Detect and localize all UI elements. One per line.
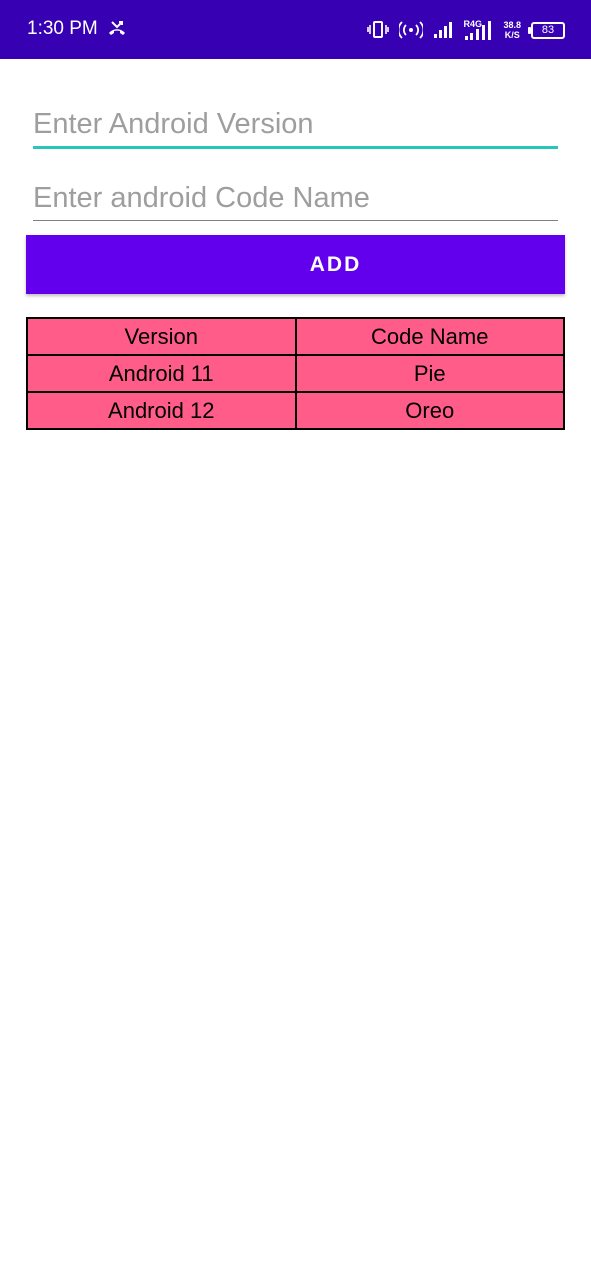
cell-code-name: Pie xyxy=(294,354,565,393)
table-header-row: Version Code Name xyxy=(26,317,565,356)
cell-version: Android 11 xyxy=(26,354,297,393)
signal-r4g-bars xyxy=(465,21,492,40)
table-row: Android 11 Pie xyxy=(26,354,565,393)
android-codename-field[interactable]: Enter android Code Name xyxy=(33,180,558,221)
speed-value: 38.8 xyxy=(503,20,521,30)
speed-unit: K/S xyxy=(504,30,520,40)
signal-icon xyxy=(434,22,453,38)
table-row: Android 12 Oreo xyxy=(26,391,565,430)
vibrate-icon xyxy=(367,21,390,38)
hotspot-icon xyxy=(399,21,424,39)
add-button[interactable]: ADD xyxy=(26,235,565,294)
android-version-field[interactable]: Enter Android Version xyxy=(33,106,558,149)
versions-table: Version Code Name Android 11 Pie Android… xyxy=(26,317,565,430)
header-code-name: Code Name xyxy=(294,317,565,356)
android-version-placeholder: Enter Android Version xyxy=(33,108,314,140)
status-bar: 1:30 PM R4G 38.8 K/S 83 xyxy=(0,0,591,59)
network-speed: 38.8 K/S xyxy=(503,20,521,40)
cell-version: Android 12 xyxy=(26,391,297,430)
missed-call-icon xyxy=(109,21,125,35)
header-version: Version xyxy=(26,317,297,356)
signal-r4g-icon: R4G xyxy=(463,19,493,41)
battery-level: 83 xyxy=(541,23,555,36)
cell-code-name: Oreo xyxy=(294,391,565,430)
status-time: 1:30 PM xyxy=(27,18,98,39)
android-codename-placeholder: Enter android Code Name xyxy=(33,182,370,214)
status-icons: R4G 38.8 K/S 83 xyxy=(367,14,565,46)
battery-icon: 83 xyxy=(528,21,565,39)
